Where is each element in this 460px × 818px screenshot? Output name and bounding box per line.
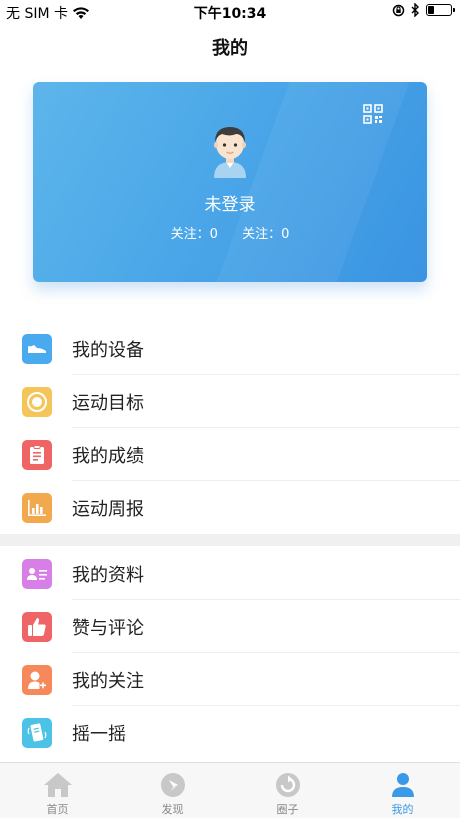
menu-item-my-profile[interactable]: 我的资料: [0, 547, 460, 600]
tab-discover[interactable]: 发现: [115, 763, 230, 818]
follow-stats: 关注：0 关注：0: [33, 223, 427, 242]
battery-icon: [426, 4, 455, 16]
page-title: 我的: [212, 38, 248, 59]
rotation-lock-icon: [392, 4, 405, 16]
menu-icon-bg: [22, 664, 52, 695]
compass-icon: [160, 773, 185, 797]
menu-item-weekly-report[interactable]: 运动周报: [0, 481, 460, 534]
menu-icon-bg: [22, 558, 52, 589]
follow-count-2[interactable]: 关注：0: [242, 227, 289, 242]
menu-label: 摇一摇: [72, 723, 126, 745]
qr-code-icon[interactable]: [363, 104, 383, 124]
avatar[interactable]: [208, 122, 252, 178]
home-icon: [43, 773, 72, 797]
tab-bar: 首页 发现 圈子 我的: [0, 762, 460, 818]
menu-group-2: 我的资料 赞与评论 我的关注 摇一摇: [0, 547, 460, 759]
username-label[interactable]: 未登录: [33, 190, 427, 215]
shoe-icon: [28, 344, 46, 353]
menu-label: 我的设备: [72, 339, 144, 361]
menu-label: 赞与评论: [72, 617, 144, 639]
tab-circle[interactable]: 圈子: [230, 763, 345, 818]
clipboard-icon: [30, 444, 44, 464]
menu-item-shake[interactable]: 摇一摇: [0, 706, 460, 759]
shake-phone-icon: [27, 722, 47, 742]
profile-card[interactable]: 未登录 关注：0 关注：0: [33, 82, 427, 282]
menu-icon-bg: [22, 492, 52, 523]
menu-item-my-devices[interactable]: 我的设备: [0, 322, 460, 375]
follow-count-1[interactable]: 关注：0: [171, 227, 218, 242]
menu-icon-bg: [22, 717, 52, 748]
menu-label: 运动周报: [72, 498, 144, 520]
menu-label: 我的资料: [72, 564, 144, 586]
tab-mine[interactable]: 我的: [345, 763, 460, 818]
target-icon: [27, 391, 47, 412]
bar-chart-icon: [28, 499, 46, 516]
menu-icon-bg: [22, 439, 52, 470]
thumbs-up-icon: [28, 617, 46, 636]
menu-item-likes-comments[interactable]: 赞与评论: [0, 600, 460, 653]
menu-label: 我的关注: [72, 670, 144, 692]
profile-card-icon: [27, 567, 47, 580]
battery-fill: [428, 6, 434, 14]
status-time: 下午10:34: [193, 6, 267, 22]
tab-label: 圈子: [276, 803, 299, 816]
menu-item-my-results[interactable]: 我的成绩: [0, 428, 460, 481]
tab-label: 发现: [161, 803, 184, 816]
menu-group-1: 我的设备 运动目标 我的成绩 运动周报: [0, 322, 460, 534]
tab-label: 我的: [391, 803, 414, 816]
tab-label: 首页: [46, 803, 69, 816]
add-user-icon: [28, 671, 46, 689]
circle-refresh-icon: [275, 773, 300, 797]
menu-icon-bg: [22, 386, 52, 417]
tab-home[interactable]: 首页: [0, 763, 115, 818]
status-bar: 无 SIM 卡 下午10:34: [0, 0, 460, 24]
person-icon: [391, 773, 414, 797]
menu-item-my-follows[interactable]: 我的关注: [0, 653, 460, 706]
menu-icon-bg: [22, 333, 52, 364]
menu-item-sport-goal[interactable]: 运动目标: [0, 375, 460, 428]
bluetooth-icon: [411, 3, 419, 17]
menu-label: 运动目标: [72, 392, 144, 414]
menu-label: 我的成绩: [72, 445, 144, 467]
section-divider: [0, 534, 460, 546]
menu-icon-bg: [22, 611, 52, 642]
